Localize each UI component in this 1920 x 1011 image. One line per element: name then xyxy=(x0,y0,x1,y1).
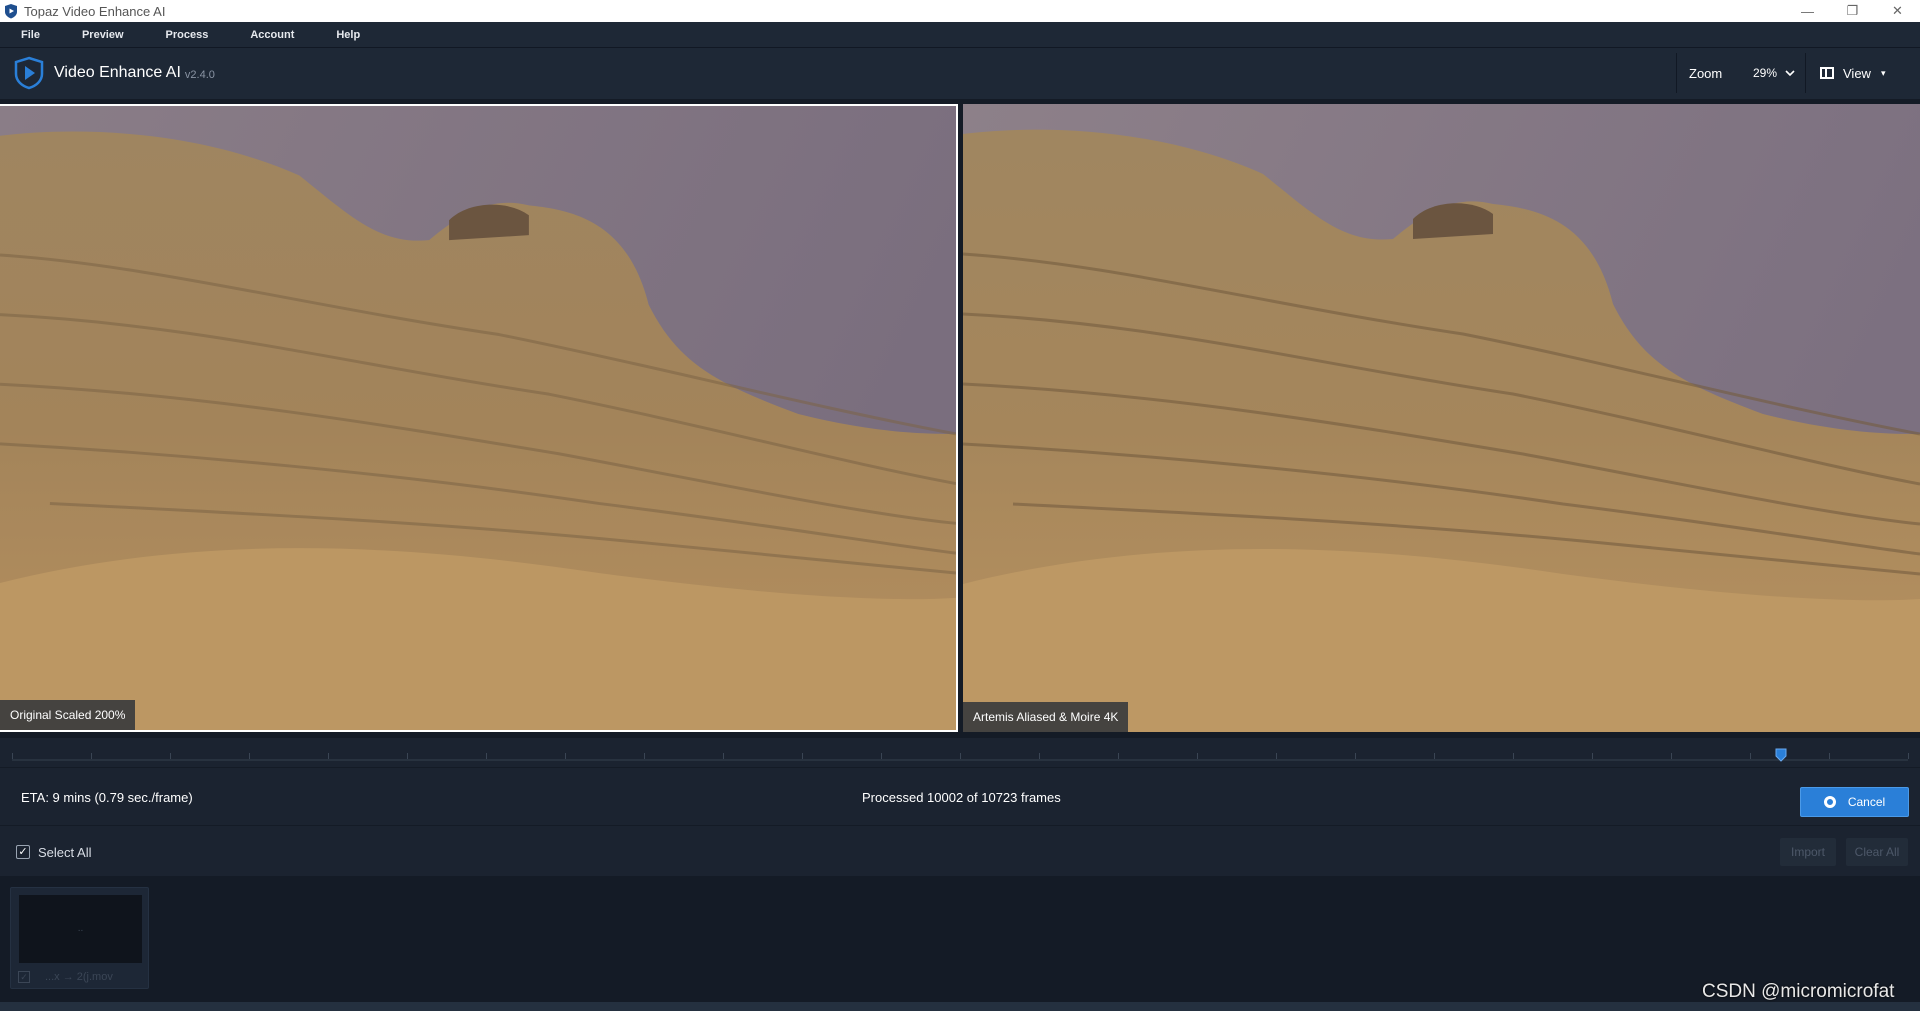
window-titlebar: Topaz Video Enhance AI — ❐ ✕ xyxy=(0,0,1920,22)
timeline-tick xyxy=(91,753,92,759)
view-dropdown[interactable]: View ▾ xyxy=(1820,53,1885,93)
cliff-image xyxy=(0,106,956,730)
select-all-label[interactable]: Select All xyxy=(38,845,91,860)
zoom-value: 29% xyxy=(1753,66,1778,80)
timeline-tick xyxy=(249,753,250,759)
zoom-label: Zoom xyxy=(1689,65,1723,81)
timeline-tick xyxy=(407,753,408,759)
timeline-tick xyxy=(881,753,882,759)
preview-area: Original Scaled 200% Artemis Aliased & M… xyxy=(0,99,1920,737)
video-queue: .. ✓ ...x → 2(j.mov xyxy=(0,877,1920,1002)
close-button[interactable]: ✕ xyxy=(1875,0,1920,22)
bottom-strip xyxy=(0,1002,1920,1011)
timeline[interactable] xyxy=(0,737,1920,767)
view-label: View xyxy=(1843,65,1871,81)
chevron-down-icon xyxy=(1785,70,1795,77)
select-all-checkbox[interactable]: ✓ xyxy=(16,845,30,859)
queue-item-name: ...x → 2(j.mov xyxy=(45,971,113,983)
timeline-tick xyxy=(960,753,961,759)
split-view-icon xyxy=(1820,67,1834,79)
status-bar: ETA: 9 mins (0.79 sec./frame) Processed … xyxy=(0,767,1920,825)
original-label: Original Scaled 200% xyxy=(0,700,136,730)
timeline-tick xyxy=(1908,753,1909,759)
menu-help[interactable]: Help xyxy=(336,29,360,41)
app-logo-icon xyxy=(5,4,17,19)
topaz-logo-icon xyxy=(14,56,44,90)
timeline-tick xyxy=(170,753,171,759)
timeline-tick xyxy=(1276,753,1277,759)
timeline-tick xyxy=(328,753,329,759)
import-button[interactable]: Import xyxy=(1780,838,1836,866)
restore-button[interactable]: ❐ xyxy=(1830,0,1875,22)
menu-preview[interactable]: Preview xyxy=(82,29,124,41)
timeline-track[interactable] xyxy=(12,759,1908,761)
timeline-tick xyxy=(1039,753,1040,759)
enhanced-label: Artemis Aliased & Moire 4K xyxy=(963,702,1129,732)
menu-file[interactable]: File xyxy=(21,29,40,41)
queue-item-checkbox[interactable]: ✓ xyxy=(18,971,30,983)
stop-circle-icon xyxy=(1823,796,1836,808)
window-title: Topaz Video Enhance AI xyxy=(24,3,166,19)
app-name: Video Enhance AI xyxy=(54,64,181,81)
eta-text: ETA: 9 mins (0.79 sec./frame) xyxy=(21,790,193,805)
minimize-button[interactable]: — xyxy=(1785,0,1830,22)
video-thumbnail: .. xyxy=(19,895,142,963)
timeline-tick xyxy=(1513,753,1514,759)
timeline-tick xyxy=(802,753,803,759)
playhead-marker-icon[interactable] xyxy=(1775,748,1787,762)
caret-down-icon: ▾ xyxy=(1880,67,1886,78)
timeline-tick xyxy=(486,753,487,759)
timeline-tick xyxy=(644,753,645,759)
clear-all-button[interactable]: Clear All xyxy=(1846,838,1908,866)
timeline-tick xyxy=(723,753,724,759)
enhanced-preview-pane[interactable]: Artemis Aliased & Moire 4K xyxy=(963,104,1920,732)
timeline-tick xyxy=(1750,753,1751,759)
cliff-image-enhanced xyxy=(963,104,1920,732)
watermark-text: CSDN @micromicrofat xyxy=(1702,981,1895,1002)
queue-toolbar: ✓ Select All Import Clear All xyxy=(0,825,1920,877)
queue-item[interactable]: .. ✓ ...x → 2(j.mov xyxy=(10,887,149,989)
timeline-tick xyxy=(12,753,13,759)
timeline-tick xyxy=(565,753,566,759)
menu-process[interactable]: Process xyxy=(166,29,209,41)
timeline-tick xyxy=(1355,753,1356,759)
timeline-tick xyxy=(1592,753,1593,759)
cancel-label: Cancel xyxy=(1847,795,1886,809)
timeline-tick xyxy=(1118,753,1119,759)
menu-account[interactable]: Account xyxy=(250,29,294,41)
timeline-tick xyxy=(1197,753,1198,759)
cancel-button[interactable]: Cancel xyxy=(1800,787,1909,817)
timeline-tick xyxy=(1829,753,1830,759)
menu-bar: File Preview Process Account Help xyxy=(0,22,1920,47)
brand: Video Enhance AI v2.4.0 xyxy=(12,56,215,90)
app-header: Video Enhance AI v2.4.0 Zoom 29% View ▾ xyxy=(0,47,1920,99)
zoom-dropdown[interactable]: Zoom 29% xyxy=(1676,53,1806,93)
original-preview-pane[interactable]: Original Scaled 200% xyxy=(0,104,958,732)
processed-count: Processed 10002 of 10723 frames xyxy=(862,790,1061,805)
app-version: v2.4.0 xyxy=(184,69,215,81)
timeline-tick xyxy=(1434,753,1435,759)
timeline-tick xyxy=(1671,753,1672,759)
